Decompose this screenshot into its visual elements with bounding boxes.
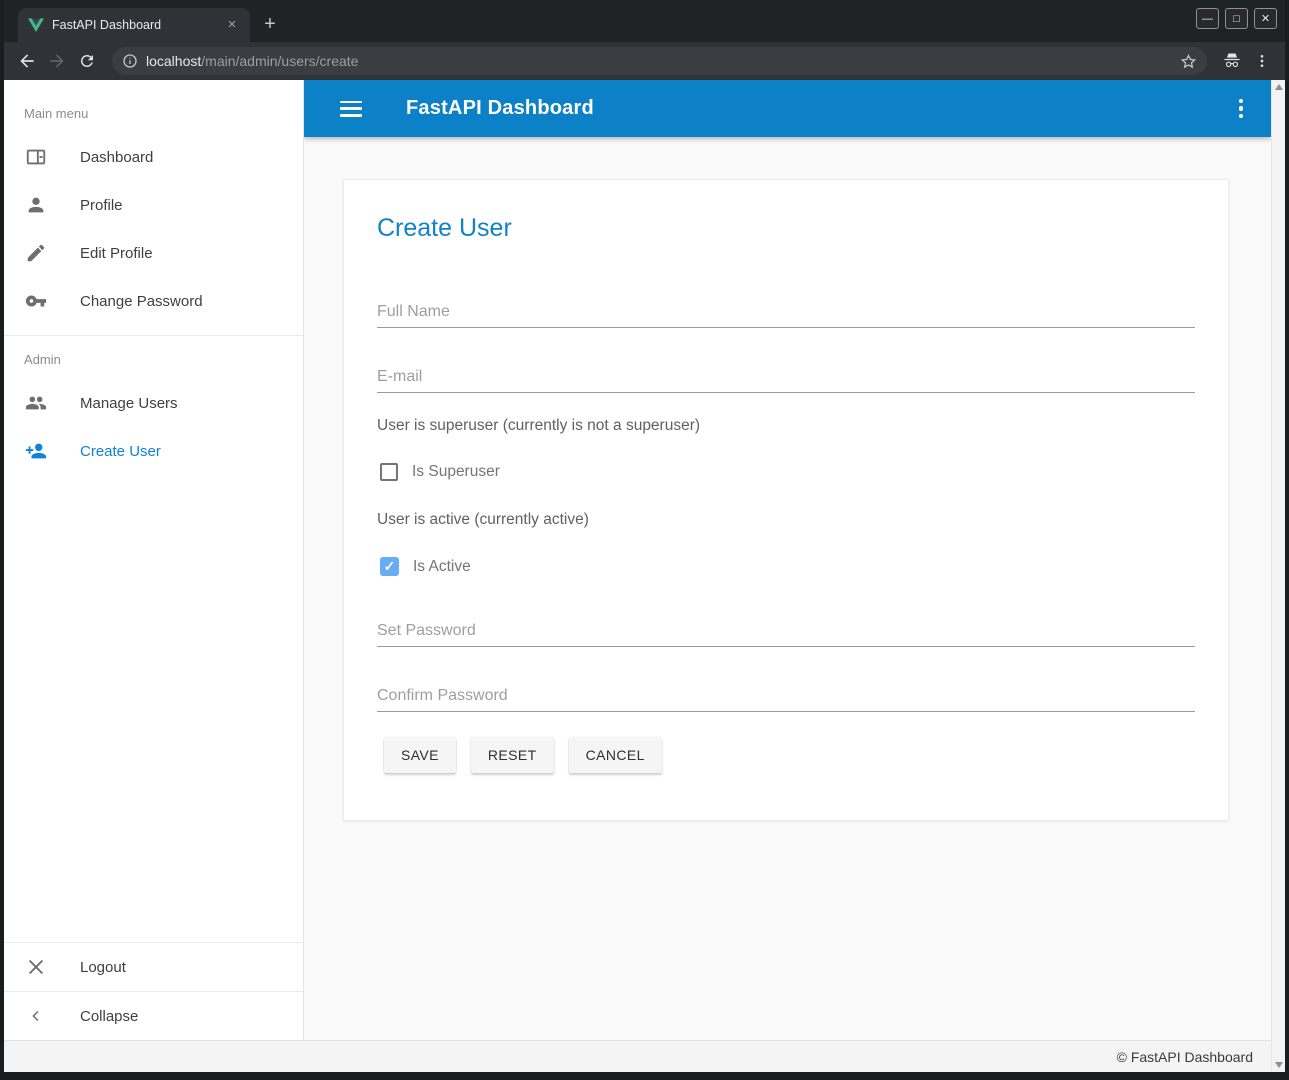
page-viewport: Main menu Dashboard Profile — [4, 80, 1285, 1072]
browser-toolbar: localhost/main/admin/users/create — [4, 42, 1285, 80]
email-input[interactable] — [377, 368, 1195, 393]
tab-close-icon[interactable]: × — [224, 17, 240, 33]
dashboard-icon — [24, 145, 48, 169]
checkbox-checked-icon[interactable]: ✓ — [380, 557, 399, 576]
sidebar: Main menu Dashboard Profile — [4, 80, 304, 1040]
new-tab-button[interactable]: + — [256, 10, 284, 38]
browser-menu-icon[interactable] — [1249, 48, 1275, 74]
superuser-note: User is superuser (currently is not a su… — [377, 417, 1195, 435]
confirm-password-field — [377, 687, 1195, 712]
scroll-down-icon[interactable] — [1275, 1062, 1283, 1068]
sidebar-section-admin: Admin — [4, 336, 303, 379]
full-name-field — [377, 303, 1195, 328]
sidebar-item-edit-profile[interactable]: Edit Profile — [4, 229, 303, 277]
bookmark-star-icon[interactable] — [1180, 53, 1197, 70]
sidebar-item-change-password[interactable]: Change Password — [4, 277, 303, 325]
sidebar-item-label: Logout — [80, 959, 126, 976]
email-field — [377, 368, 1195, 393]
reload-icon[interactable] — [74, 48, 100, 74]
vue-logo-icon — [28, 17, 44, 33]
sidebar-item-dashboard[interactable]: Dashboard — [4, 133, 303, 181]
sidebar-item-label: Change Password — [80, 293, 203, 310]
back-arrow-icon[interactable] — [14, 48, 40, 74]
forward-arrow-icon[interactable] — [44, 48, 70, 74]
sidebar-item-label: Collapse — [80, 1008, 138, 1025]
sidebar-item-label: Profile — [80, 197, 123, 214]
key-icon — [24, 289, 48, 313]
set-password-input[interactable] — [377, 622, 1195, 647]
checkbox-label: Is Active — [413, 558, 471, 576]
close-x-icon — [24, 955, 48, 979]
reset-button[interactable]: RESET — [471, 737, 554, 773]
incognito-icon — [1219, 48, 1245, 74]
chevron-left-icon — [24, 1004, 48, 1028]
minimize-button[interactable]: — — [1196, 8, 1219, 29]
cancel-button[interactable]: CANCEL — [569, 737, 662, 773]
vertical-scrollbar[interactable] — [1271, 80, 1285, 1072]
url-host: localhost — [146, 53, 201, 69]
window-controls: — □ ✕ — [1196, 8, 1277, 29]
app-bar-title: FastAPI Dashboard — [406, 97, 594, 120]
checkbox-unchecked-icon[interactable] — [380, 463, 398, 481]
page-title: Create User — [377, 214, 1195, 243]
is-active-checkbox-row[interactable]: ✓ Is Active — [380, 557, 1195, 576]
confirm-password-input[interactable] — [377, 687, 1195, 712]
address-bar[interactable]: localhost/main/admin/users/create — [112, 47, 1207, 75]
sidebar-section-main-menu: Main menu — [4, 80, 303, 133]
url-text: localhost/main/admin/users/create — [146, 53, 1172, 69]
save-button[interactable]: SAVE — [384, 737, 456, 773]
browser-tab[interactable]: FastAPI Dashboard × — [18, 8, 250, 42]
url-path: /main/admin/users/create — [201, 53, 358, 69]
sidebar-item-label: Dashboard — [80, 149, 153, 166]
active-note: User is active (currently active) — [377, 511, 1195, 529]
browser-tab-bar: FastAPI Dashboard × + — □ ✕ — [4, 0, 1285, 42]
sidebar-item-profile[interactable]: Profile — [4, 181, 303, 229]
sidebar-item-label: Create User — [80, 443, 161, 460]
person-add-icon — [24, 439, 48, 463]
menu-hamburger-icon[interactable] — [340, 101, 362, 117]
full-name-input[interactable] — [377, 303, 1195, 328]
page-info-icon[interactable] — [122, 53, 138, 69]
set-password-field — [377, 622, 1195, 647]
create-user-card: Create User User is superuser (currently… — [343, 179, 1229, 821]
sidebar-item-manage-users[interactable]: Manage Users — [4, 379, 303, 427]
tab-title: FastAPI Dashboard — [52, 18, 216, 32]
content-area: Create User User is superuser (currently… — [304, 137, 1271, 1040]
sidebar-item-label: Manage Users — [80, 395, 178, 412]
sidebar-item-label: Edit Profile — [80, 245, 153, 262]
pencil-icon — [24, 241, 48, 265]
sidebar-item-collapse[interactable]: Collapse — [4, 992, 303, 1040]
copyright-text: © FastAPI Dashboard — [1117, 1049, 1253, 1065]
is-superuser-checkbox-row[interactable]: Is Superuser — [380, 463, 1195, 481]
form-buttons: SAVE RESET CANCEL — [384, 737, 1195, 773]
kebab-menu-icon[interactable] — [1235, 95, 1248, 123]
close-button[interactable]: ✕ — [1254, 8, 1277, 29]
group-icon — [24, 391, 48, 415]
sidebar-item-create-user[interactable]: Create User — [4, 427, 303, 475]
sidebar-spacer — [4, 475, 303, 942]
person-icon — [24, 193, 48, 217]
main-area: FastAPI Dashboard Create User User is su… — [304, 80, 1271, 1040]
sidebar-item-logout[interactable]: Logout — [4, 943, 303, 991]
checkbox-label: Is Superuser — [412, 463, 500, 481]
app-bar: FastAPI Dashboard — [304, 80, 1271, 137]
scroll-up-icon[interactable] — [1275, 84, 1283, 90]
maximize-button[interactable]: □ — [1225, 8, 1248, 29]
page-footer: © FastAPI Dashboard — [4, 1040, 1271, 1072]
